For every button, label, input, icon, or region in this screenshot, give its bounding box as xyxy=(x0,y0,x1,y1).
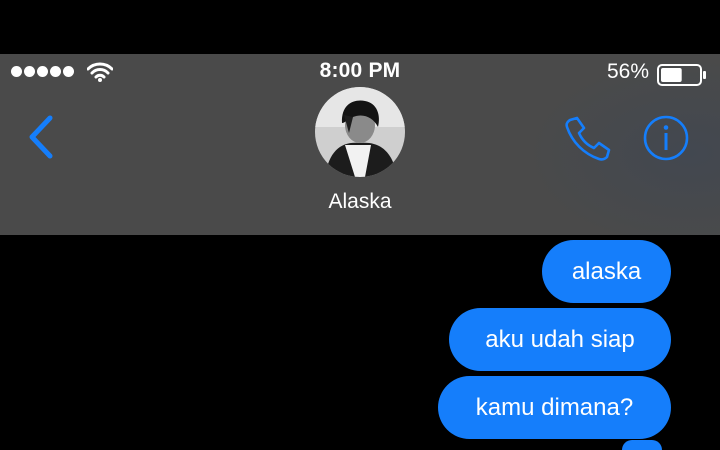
info-button[interactable] xyxy=(641,113,691,163)
battery-percent: 56% xyxy=(606,60,649,83)
chat-header: 8:00 PM 56% Alaska xyxy=(0,54,720,235)
top-band xyxy=(0,0,720,54)
battery-icon xyxy=(657,64,706,86)
message-bubble-outgoing[interactable]: kamu dimana? xyxy=(438,376,671,439)
contact-name[interactable]: Alaska xyxy=(0,190,720,214)
back-button[interactable] xyxy=(22,112,62,162)
chevron-left-icon xyxy=(29,115,53,159)
message-bubble-outgoing[interactable]: alaska xyxy=(542,240,671,303)
phone-icon xyxy=(565,116,611,161)
status-bar: 8:00 PM 56% xyxy=(0,54,720,90)
contact-avatar[interactable] xyxy=(315,87,405,177)
info-icon xyxy=(643,115,689,161)
avatar-photo xyxy=(315,87,405,177)
message-bubble-outgoing[interactable]: aku udah siap xyxy=(449,308,671,371)
call-button[interactable] xyxy=(562,114,612,162)
message-bubble-partial xyxy=(622,440,662,450)
